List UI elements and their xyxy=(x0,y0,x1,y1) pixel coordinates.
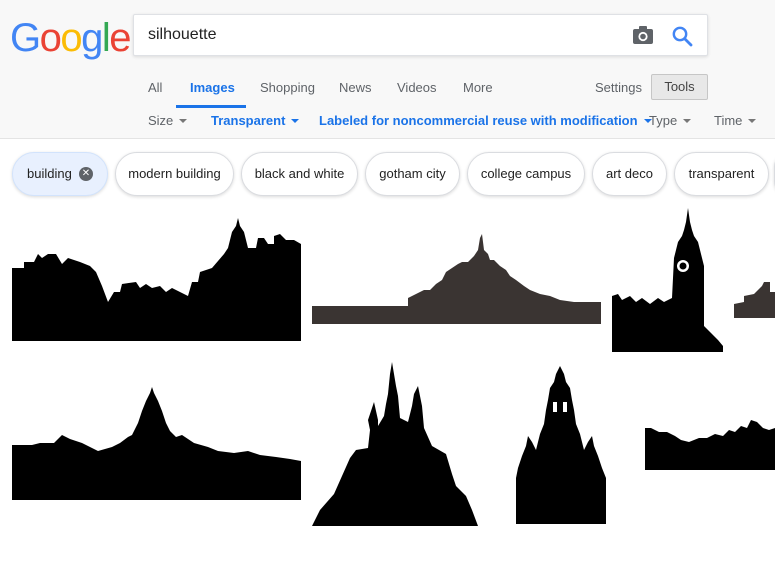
search-box[interactable]: silhouette xyxy=(133,14,708,56)
chip[interactable]: art deco xyxy=(592,152,667,196)
chip[interactable]: transparent xyxy=(674,152,769,196)
camera-icon[interactable] xyxy=(632,25,654,45)
chip-label: building xyxy=(27,166,72,181)
result-image[interactable] xyxy=(734,282,775,318)
settings-link[interactable]: Settings xyxy=(595,80,642,95)
tab-more[interactable]: More xyxy=(463,80,493,95)
logo-letter: o xyxy=(39,16,62,60)
tab-news[interactable]: News xyxy=(339,80,372,95)
header: Google silhouette All Images Shopping Ne… xyxy=(0,0,775,139)
logo-letter: o xyxy=(60,16,82,60)
caret-down-icon xyxy=(748,119,757,123)
result-image[interactable] xyxy=(12,218,301,341)
tools-button[interactable]: Tools xyxy=(651,74,708,100)
tab-images[interactable]: Images xyxy=(190,80,235,95)
logo-letter: g xyxy=(81,16,103,60)
usage-rights-filter-label: Labeled for noncommercial reuse with mod… xyxy=(319,113,638,128)
logo-letter: l xyxy=(101,16,111,60)
tab-all[interactable]: All xyxy=(148,80,162,95)
caret-down-icon xyxy=(683,119,692,123)
tab-videos[interactable]: Videos xyxy=(397,80,437,95)
color-filter[interactable]: Transparent xyxy=(211,113,300,128)
chip[interactable]: gotham city xyxy=(365,152,460,196)
size-filter-label: Size xyxy=(148,113,174,128)
result-image[interactable] xyxy=(312,234,601,324)
search-input[interactable]: silhouette xyxy=(148,26,217,44)
result-image[interactable] xyxy=(312,362,478,526)
logo-letter: G xyxy=(10,16,41,60)
type-filter-label: Type xyxy=(649,113,678,128)
tab-shopping[interactable]: Shopping xyxy=(260,80,315,95)
active-tab-indicator xyxy=(176,105,246,108)
google-logo[interactable]: Google xyxy=(10,14,131,62)
result-image[interactable] xyxy=(645,420,775,470)
chip[interactable]: modern building xyxy=(115,152,234,196)
result-image[interactable] xyxy=(12,387,301,500)
caret-down-icon xyxy=(179,119,188,123)
result-image[interactable] xyxy=(516,366,606,524)
size-filter[interactable]: Size xyxy=(148,113,188,128)
search-icon[interactable] xyxy=(671,25,693,47)
chip[interactable]: black and white xyxy=(241,152,358,196)
logo-letter: e xyxy=(109,16,131,60)
caret-down-icon xyxy=(291,119,300,123)
color-filter-label: Transparent xyxy=(211,113,286,128)
close-icon[interactable]: ✕ xyxy=(79,167,93,181)
chip[interactable]: college campus xyxy=(467,152,585,196)
time-filter[interactable]: Time xyxy=(714,113,757,128)
result-image[interactable] xyxy=(612,208,723,352)
time-filter-label: Time xyxy=(714,113,743,128)
chip-selected[interactable]: building ✕ xyxy=(12,152,108,196)
type-filter[interactable]: Type xyxy=(649,113,692,128)
usage-rights-filter[interactable]: Labeled for noncommercial reuse with mod… xyxy=(319,113,652,128)
